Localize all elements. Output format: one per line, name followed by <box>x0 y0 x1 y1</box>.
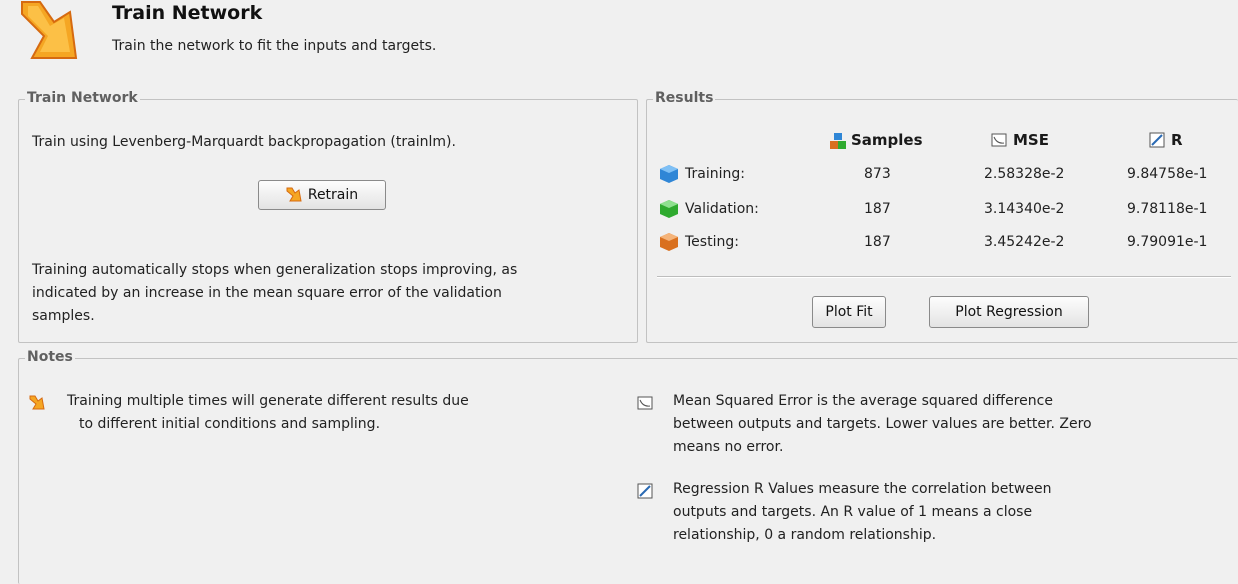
regression-note-line-3: relationship, 0 a random relationship. <box>673 527 937 543</box>
testing-row-label: Testing: <box>659 232 739 252</box>
training-algorithm-text: Train using Levenberg-Marquardt backprop… <box>32 134 456 150</box>
validation-row-label: Validation: <box>659 199 759 219</box>
training-note-line-1: Training multiple times will generate di… <box>67 393 469 409</box>
regression-note-line-2: outputs and targets. An R value of 1 mea… <box>673 504 1033 520</box>
regression-note-line-1: Regression R Values measure the correlat… <box>673 481 1052 497</box>
training-samples: 873 <box>864 166 891 182</box>
page-subtitle: Train the network to fit the inputs and … <box>112 38 437 54</box>
validation-samples: 187 <box>864 201 891 217</box>
testing-samples: 187 <box>864 234 891 250</box>
samples-column-header: Samples <box>829 131 923 149</box>
retrain-button[interactable]: Retrain <box>258 180 386 210</box>
validation-mse: 3.14340e-2 <box>984 201 1065 217</box>
validation-cube-icon <box>659 199 679 219</box>
testing-r: 9.79091e-1 <box>1127 234 1208 250</box>
train-arrow-icon <box>18 0 88 64</box>
plot-regression-button[interactable]: Plot Regression <box>929 296 1089 328</box>
results-divider <box>657 276 1231 278</box>
plot-fit-button-label: Plot Fit <box>825 304 873 320</box>
training-mse: 2.58328e-2 <box>984 166 1065 182</box>
mse-column-header: MSE <box>991 131 1049 149</box>
retrain-icon <box>286 187 302 203</box>
notes-group: Notes Training multiple times will gener… <box>18 349 1238 584</box>
testing-mse: 3.45242e-2 <box>984 234 1065 250</box>
regression-note-icon <box>637 483 653 499</box>
page-title: Train Network <box>112 2 263 24</box>
testing-cube-icon <box>659 232 679 252</box>
train-network-group: Train Network Train using Levenberg-Marq… <box>18 90 638 343</box>
training-note-icon <box>29 395 45 411</box>
mse-note-icon <box>637 395 653 411</box>
r-column-header: R <box>1149 131 1183 149</box>
training-row-label: Training: <box>659 164 745 184</box>
results-group: Results Samples MSE R Training: 873 2.58… <box>646 90 1238 343</box>
samples-icon <box>829 132 846 149</box>
mse-note-line-2: between outputs and targets. Lower value… <box>673 416 1092 432</box>
mse-header-label: MSE <box>1013 131 1049 149</box>
mse-icon <box>991 132 1007 148</box>
training-r: 9.84758e-1 <box>1127 166 1208 182</box>
train-network-group-title: Train Network <box>25 90 140 106</box>
notes-group-title: Notes <box>25 349 75 365</box>
stop-note-line-1: Training automatically stops when genera… <box>32 262 518 278</box>
results-group-title: Results <box>653 90 716 106</box>
regression-icon <box>1149 132 1165 148</box>
retrain-button-label: Retrain <box>307 187 359 203</box>
plot-fit-button[interactable]: Plot Fit <box>812 296 886 328</box>
training-cube-icon <box>659 164 679 184</box>
mse-note-line-1: Mean Squared Error is the average square… <box>673 393 1053 409</box>
plot-regression-button-label: Plot Regression <box>955 304 1063 320</box>
stop-note-line-3: samples. <box>32 308 95 324</box>
stop-note-line-2: indicated by an increase in the mean squ… <box>32 285 502 301</box>
validation-r: 9.78118e-1 <box>1127 201 1208 217</box>
r-header-label: R <box>1171 131 1183 149</box>
samples-header-label: Samples <box>851 131 923 149</box>
mse-note-line-3: means no error. <box>673 439 784 455</box>
training-note-line-2: to different initial conditions and samp… <box>79 416 381 432</box>
